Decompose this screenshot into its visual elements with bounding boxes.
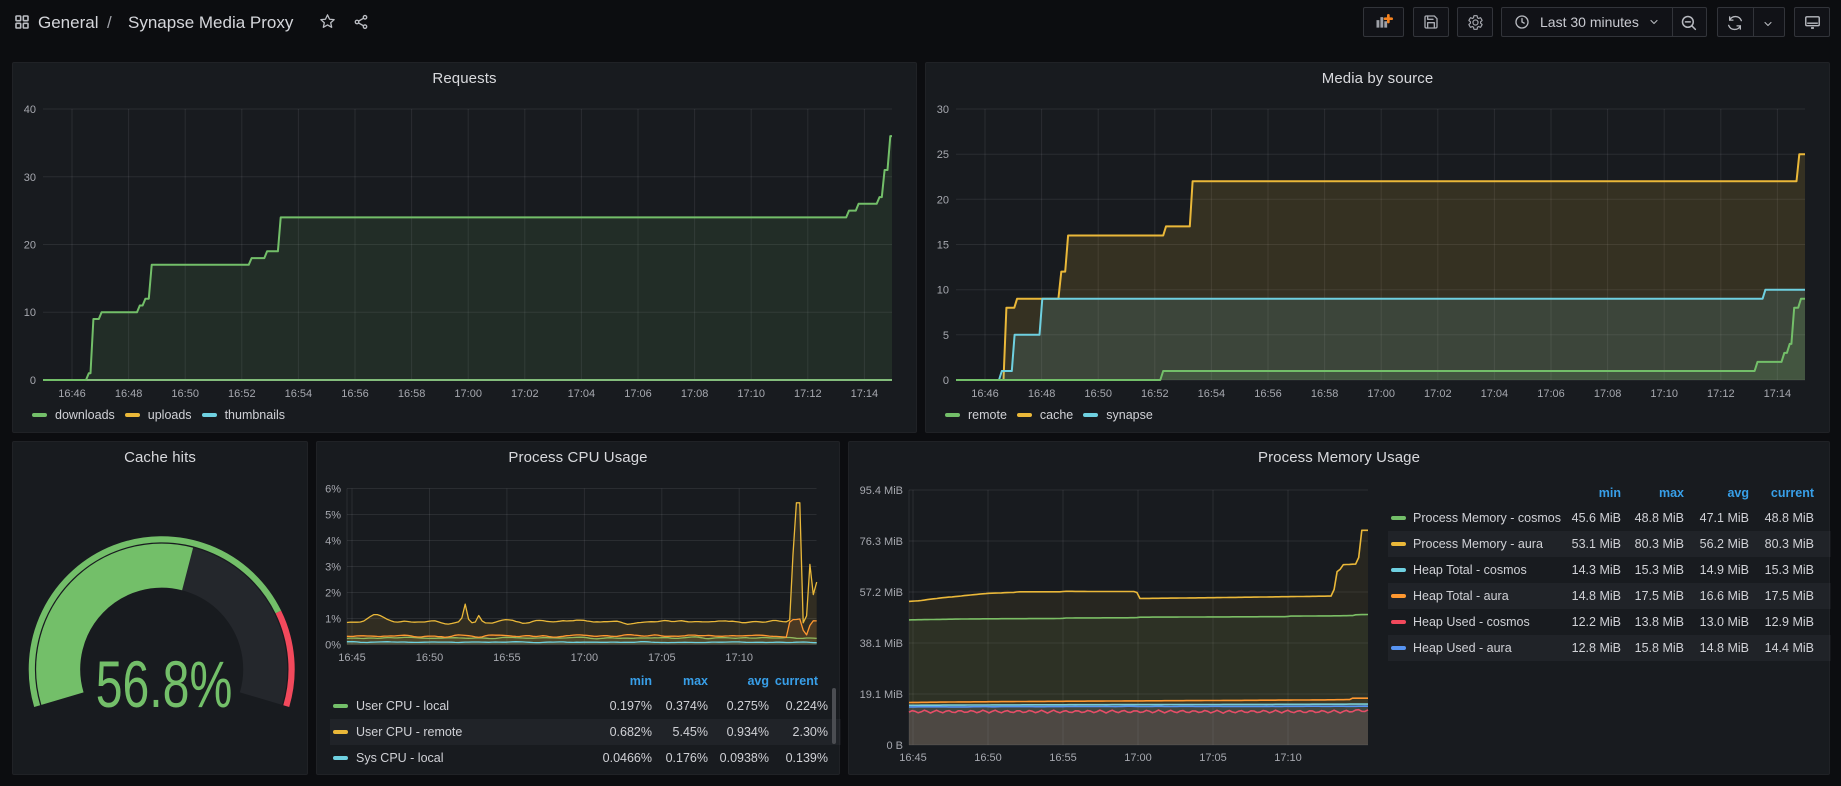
svg-text:1%: 1% [325,614,341,626]
svg-text:5: 5 [943,330,949,342]
svg-text:30: 30 [24,172,36,184]
svg-text:95.4 MiB: 95.4 MiB [860,485,903,497]
svg-text:5%: 5% [325,510,341,522]
svg-text:57.2 MiB: 57.2 MiB [860,587,903,599]
svg-text:38.1 MiB: 38.1 MiB [860,638,903,650]
svg-text:0%: 0% [325,640,341,652]
svg-text:16:58: 16:58 [1311,388,1339,400]
svg-text:3%: 3% [325,562,341,574]
svg-text:17:12: 17:12 [794,388,822,400]
svg-text:10: 10 [24,307,36,319]
svg-text:0 B: 0 B [886,740,903,752]
svg-text:16:54: 16:54 [1198,388,1226,400]
svg-text:17:04: 17:04 [1481,388,1509,400]
svg-text:2%: 2% [325,588,341,600]
svg-text:20: 20 [24,240,36,252]
svg-text:6%: 6% [325,484,341,496]
svg-text:16:52: 16:52 [228,388,256,400]
svg-text:16:50: 16:50 [974,752,1002,764]
svg-text:16:50: 16:50 [171,388,199,400]
svg-text:17:05: 17:05 [1199,752,1227,764]
svg-text:17:14: 17:14 [1764,388,1792,400]
svg-text:16:56: 16:56 [341,388,369,400]
svg-text:16:48: 16:48 [1028,388,1056,400]
svg-text:25: 25 [937,149,949,161]
svg-text:17:02: 17:02 [511,388,539,400]
svg-text:17:02: 17:02 [1424,388,1452,400]
svg-text:17:08: 17:08 [1594,388,1622,400]
svg-text:17:10: 17:10 [737,388,765,400]
svg-text:17:12: 17:12 [1707,388,1735,400]
svg-text:17:00: 17:00 [454,388,482,400]
svg-text:16:46: 16:46 [58,388,86,400]
svg-text:16:52: 16:52 [1141,388,1169,400]
svg-text:16:55: 16:55 [1049,752,1077,764]
svg-text:16:54: 16:54 [285,388,313,400]
svg-text:40: 40 [24,104,36,116]
svg-text:20: 20 [937,194,949,206]
svg-text:15: 15 [937,240,949,252]
svg-text:16:58: 16:58 [398,388,426,400]
svg-text:17:08: 17:08 [681,388,709,400]
svg-text:4%: 4% [325,536,341,548]
svg-text:17:00: 17:00 [571,652,599,664]
svg-text:0: 0 [30,375,36,387]
svg-text:16:50: 16:50 [1084,388,1112,400]
svg-text:16:48: 16:48 [115,388,143,400]
svg-text:17:10: 17:10 [1274,752,1302,764]
svg-text:0: 0 [943,375,949,387]
svg-text:17:06: 17:06 [1537,388,1565,400]
svg-text:16:45: 16:45 [338,652,366,664]
svg-text:19.1 MiB: 19.1 MiB [860,689,903,701]
svg-text:16:50: 16:50 [416,652,444,664]
svg-text:30: 30 [937,104,949,116]
svg-text:17:05: 17:05 [648,652,676,664]
svg-text:17:04: 17:04 [568,388,596,400]
svg-text:16:45: 16:45 [899,752,927,764]
svg-text:10: 10 [937,285,949,297]
svg-text:17:00: 17:00 [1367,388,1395,400]
svg-text:17:00: 17:00 [1124,752,1152,764]
svg-text:76.3 MiB: 76.3 MiB [860,536,903,548]
svg-text:16:55: 16:55 [493,652,521,664]
svg-text:17:14: 17:14 [851,388,879,400]
svg-text:16:46: 16:46 [971,388,999,400]
svg-text:17:06: 17:06 [624,388,652,400]
svg-text:17:10: 17:10 [1650,388,1678,400]
svg-text:16:56: 16:56 [1254,388,1282,400]
svg-text:17:10: 17:10 [725,652,753,664]
